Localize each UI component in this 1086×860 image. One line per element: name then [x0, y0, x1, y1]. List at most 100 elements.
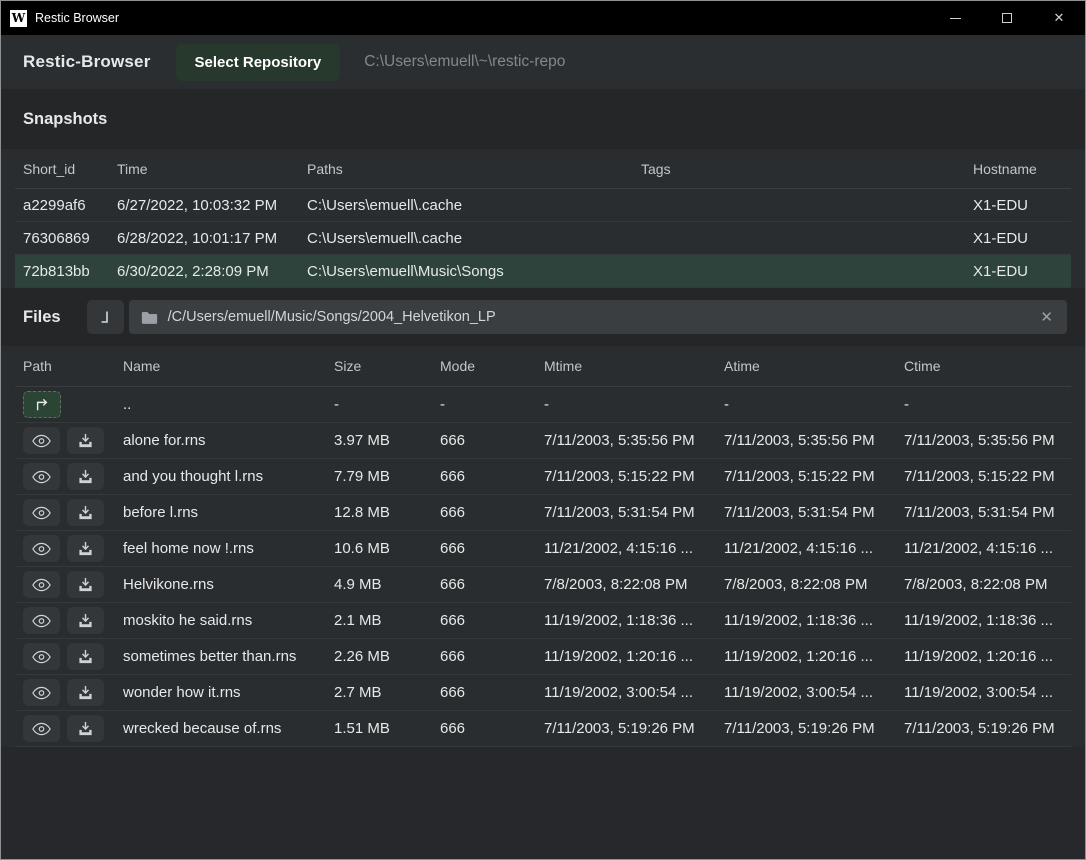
eye-icon	[32, 542, 51, 556]
column-header-time: Time	[109, 161, 299, 177]
file-mtime: 11/19/2002, 1:20:16 ...	[536, 648, 716, 665]
column-header-short-id: Short_id	[15, 161, 109, 177]
go-to-parent-button[interactable]	[23, 391, 61, 418]
download-file-button[interactable]	[67, 463, 104, 490]
file-mtime: 7/11/2003, 5:31:54 PM	[536, 504, 716, 521]
eye-icon	[32, 470, 51, 484]
eye-icon	[32, 650, 51, 664]
file-ctime: 7/8/2003, 8:22:08 PM	[896, 576, 1071, 593]
preview-file-button[interactable]	[23, 571, 60, 598]
download-icon	[78, 721, 93, 736]
file-mode: 666	[432, 468, 536, 485]
file-mode: 666	[432, 648, 536, 665]
download-file-button[interactable]	[67, 607, 104, 634]
clear-path-button[interactable]: ✕	[1038, 308, 1055, 326]
eye-icon	[32, 506, 51, 520]
file-mtime: 7/8/2003, 8:22:08 PM	[536, 576, 716, 593]
app-icon: W	[10, 10, 27, 27]
snapshot-hostname: X1-EDU	[965, 230, 1071, 247]
file-mtime: -	[536, 396, 716, 413]
minimize-button[interactable]	[929, 1, 981, 35]
file-name: sometimes better than.rns	[115, 648, 326, 665]
preview-file-button[interactable]	[23, 499, 60, 526]
file-row: Helvikone.rns 4.9 MB 666 7/8/2003, 8:22:…	[15, 567, 1071, 603]
snapshots-heading: Snapshots	[23, 110, 107, 129]
download-file-button[interactable]	[67, 643, 104, 670]
file-atime: 7/8/2003, 8:22:08 PM	[716, 576, 896, 593]
file-mode: -	[432, 396, 536, 413]
file-name: Helvikone.rns	[115, 576, 326, 593]
file-mode: 666	[432, 540, 536, 557]
file-size: 10.6 MB	[326, 540, 432, 557]
file-ctime: 11/19/2002, 1:20:16 ...	[896, 648, 1071, 665]
file-atime: 7/11/2003, 5:31:54 PM	[716, 504, 896, 521]
file-mtime: 7/11/2003, 5:35:56 PM	[536, 432, 716, 449]
files-heading-band: Files /C/Users/emuell/Music/Songs/2004_H…	[1, 288, 1085, 346]
preview-file-button[interactable]	[23, 463, 60, 490]
snapshot-short-id: a2299af6	[15, 197, 109, 214]
maximize-button[interactable]	[981, 1, 1033, 35]
file-row: before l.rns 12.8 MB 666 7/11/2003, 5:31…	[15, 495, 1071, 531]
file-ctime: 7/11/2003, 5:15:22 PM	[896, 468, 1071, 485]
download-file-button[interactable]	[67, 499, 104, 526]
column-header-size: Size	[326, 358, 432, 374]
snapshot-short-id: 76306869	[15, 230, 109, 247]
column-header-path: Path	[15, 358, 115, 374]
snapshot-time: 6/28/2022, 10:01:17 PM	[109, 230, 299, 247]
column-header-paths: Paths	[299, 161, 633, 177]
preview-file-button[interactable]	[23, 643, 60, 670]
download-file-button[interactable]	[67, 427, 104, 454]
file-atime: 7/11/2003, 5:19:26 PM	[716, 720, 896, 737]
file-ctime: 11/21/2002, 4:15:16 ...	[896, 540, 1071, 557]
download-icon	[78, 433, 93, 448]
file-row: and you thought l.rns 7.79 MB 666 7/11/2…	[15, 459, 1071, 495]
column-header-ctime: Ctime	[896, 358, 1071, 374]
download-file-button[interactable]	[67, 535, 104, 562]
file-row: wonder how it.rns 2.7 MB 666 11/19/2002,…	[15, 675, 1071, 711]
repository-path: C:\Users\emuell\~\restic-repo	[364, 53, 565, 71]
folder-icon	[141, 310, 158, 325]
up-right-arrow-icon	[34, 398, 50, 412]
download-file-button[interactable]	[67, 715, 104, 742]
file-mode: 666	[432, 576, 536, 593]
window-title: Restic Browser	[35, 11, 119, 25]
file-atime: 7/11/2003, 5:15:22 PM	[716, 468, 896, 485]
file-atime: 11/19/2002, 3:00:54 ...	[716, 684, 896, 701]
file-name: wrecked because of.rns	[115, 720, 326, 737]
snapshot-row[interactable]: a2299af6 6/27/2022, 10:03:32 PM C:\Users…	[15, 189, 1071, 222]
preview-file-button[interactable]	[23, 679, 60, 706]
column-header-tags: Tags	[633, 161, 965, 177]
file-mode: 666	[432, 612, 536, 629]
files-table: Path Name Size Mode Mtime Atime Ctime ..…	[1, 346, 1085, 747]
snapshots-heading-band: Snapshots	[1, 89, 1085, 149]
snapshot-time: 6/30/2022, 2:28:09 PM	[109, 263, 299, 280]
preview-file-button[interactable]	[23, 535, 60, 562]
parent-directory-row: .. - - - - -	[15, 387, 1071, 423]
preview-file-button[interactable]	[23, 607, 60, 634]
file-atime: 11/19/2002, 1:20:16 ...	[716, 648, 896, 665]
preview-file-button[interactable]	[23, 427, 60, 454]
file-atime: 11/19/2002, 1:18:36 ...	[716, 612, 896, 629]
file-mtime: 7/11/2003, 5:19:26 PM	[536, 720, 716, 737]
preview-file-button[interactable]	[23, 715, 60, 742]
file-mtime: 11/19/2002, 1:18:36 ...	[536, 612, 716, 629]
file-name: moskito he said.rns	[115, 612, 326, 629]
snapshot-row-selected[interactable]: 72b813bb 6/30/2022, 2:28:09 PM C:\Users\…	[15, 255, 1071, 288]
file-size: 7.79 MB	[326, 468, 432, 485]
download-file-button[interactable]	[67, 679, 104, 706]
file-atime: 7/11/2003, 5:35:56 PM	[716, 432, 896, 449]
download-icon	[78, 685, 93, 700]
file-mtime: 11/21/2002, 4:15:16 ...	[536, 540, 716, 557]
snapshot-row[interactable]: 76306869 6/28/2022, 10:01:17 PM C:\Users…	[15, 222, 1071, 255]
tree-view-toggle-button[interactable]	[87, 300, 124, 334]
file-name: ..	[115, 396, 326, 413]
file-ctime: 11/19/2002, 3:00:54 ...	[896, 684, 1071, 701]
file-name: before l.rns	[115, 504, 326, 521]
current-path-bar[interactable]: /C/Users/emuell/Music/Songs/2004_Helveti…	[129, 300, 1067, 334]
close-button[interactable]: ✕	[1033, 1, 1085, 35]
file-atime: -	[716, 396, 896, 413]
download-file-button[interactable]	[67, 571, 104, 598]
column-header-mtime: Mtime	[536, 358, 716, 374]
files-heading: Files	[23, 308, 61, 327]
select-repository-button[interactable]: Select Repository	[176, 44, 341, 81]
